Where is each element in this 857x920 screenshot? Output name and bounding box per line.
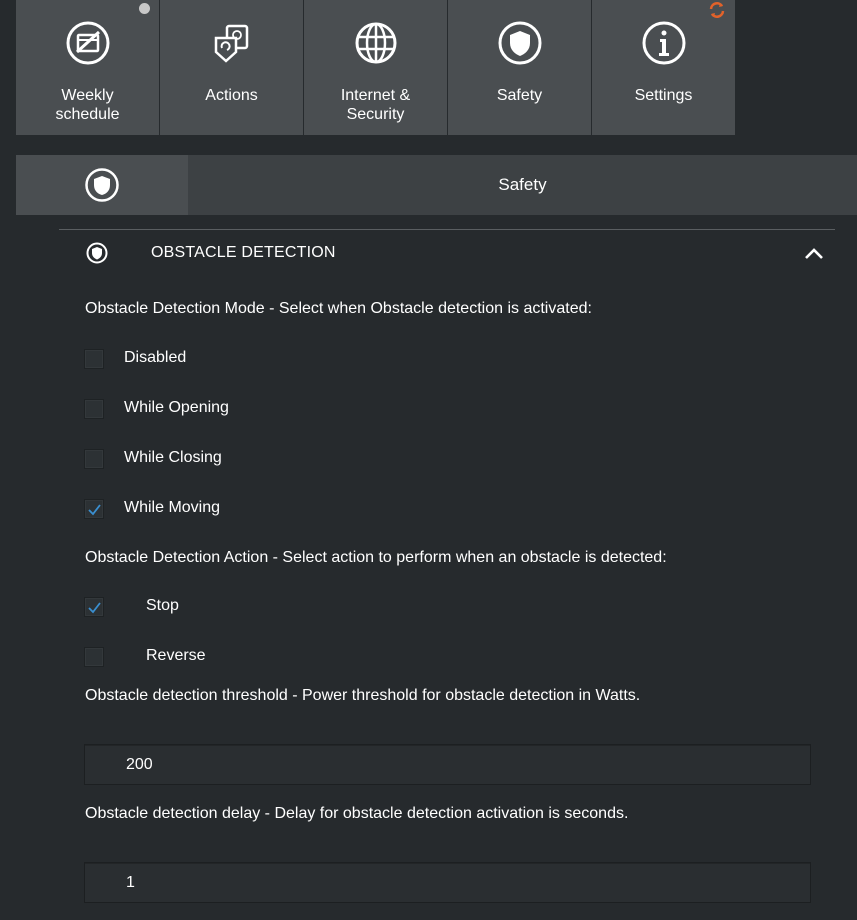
shield-icon — [85, 168, 119, 202]
checkbox-label: While Opening — [124, 399, 229, 416]
accordion-header[interactable]: OBSTACLE DETECTION — [59, 230, 835, 276]
action-label: Obstacle Detection Action - Select actio… — [85, 549, 667, 566]
checkbox-label: Disabled — [124, 349, 187, 366]
section-header-icon-box — [16, 155, 188, 215]
delay-input[interactable] — [85, 863, 810, 902]
checkbox-stop[interactable] — [84, 597, 104, 617]
shield-icon — [86, 242, 108, 264]
nav-tile-safety[interactable]: Safety — [448, 0, 591, 135]
checkbox-label: Stop — [146, 597, 179, 614]
checkmark-icon — [88, 602, 101, 614]
checkbox-label: While Moving — [124, 499, 221, 516]
nav-tile-label: Settings — [634, 87, 693, 104]
checkbox-label: While Closing — [124, 449, 222, 466]
delay-field[interactable] — [84, 862, 811, 903]
checkmark-icon — [88, 504, 101, 516]
info-icon — [642, 21, 685, 65]
actions-icon — [214, 24, 248, 63]
nav-tile-weekly-schedule[interactable]: Weekly schedule — [16, 0, 159, 135]
checkbox-label: Reverse — [146, 647, 206, 664]
threshold-field[interactable] — [84, 744, 811, 785]
safety-page: Weekly schedule Actions Internet & Secur… — [0, 0, 857, 920]
delay-label: Obstacle detection delay - Delay for obs… — [85, 805, 629, 822]
top-nav: Weekly schedule Actions Internet & Secur… — [16, 0, 735, 135]
accordion-title: OBSTACLE DETECTION — [151, 244, 336, 261]
checkbox-while-moving[interactable] — [84, 499, 104, 519]
checkbox-reverse[interactable] — [84, 647, 104, 667]
nav-tile-actions[interactable]: Actions — [160, 0, 303, 135]
chevron-up-icon[interactable] — [803, 244, 825, 262]
nav-tile-label: Internet & Security — [340, 87, 411, 123]
nav-tile-label: Safety — [496, 87, 543, 104]
shield-icon — [498, 21, 541, 65]
status-dot — [139, 3, 150, 14]
globe-icon — [355, 22, 396, 64]
mode-label: Obstacle Detection Mode - Select when Ob… — [85, 300, 592, 317]
section-header: Safety — [16, 155, 857, 215]
checkbox-while-closing[interactable] — [84, 449, 104, 469]
checkbox-while-opening[interactable] — [84, 399, 104, 419]
section-title: Safety — [498, 175, 547, 194]
sync-icon — [709, 2, 725, 18]
nav-tile-internet-security[interactable]: Internet & Security — [304, 0, 447, 135]
threshold-input[interactable] — [85, 745, 810, 784]
threshold-label: Obstacle detection threshold - Power thr… — [85, 687, 641, 704]
nav-tile-settings[interactable]: Settings — [592, 0, 735, 135]
checkbox-disabled[interactable] — [84, 349, 104, 369]
nav-tile-label: Actions — [205, 87, 258, 104]
calendar-clock-icon — [66, 21, 109, 65]
nav-tile-label: Weekly schedule — [55, 87, 120, 123]
